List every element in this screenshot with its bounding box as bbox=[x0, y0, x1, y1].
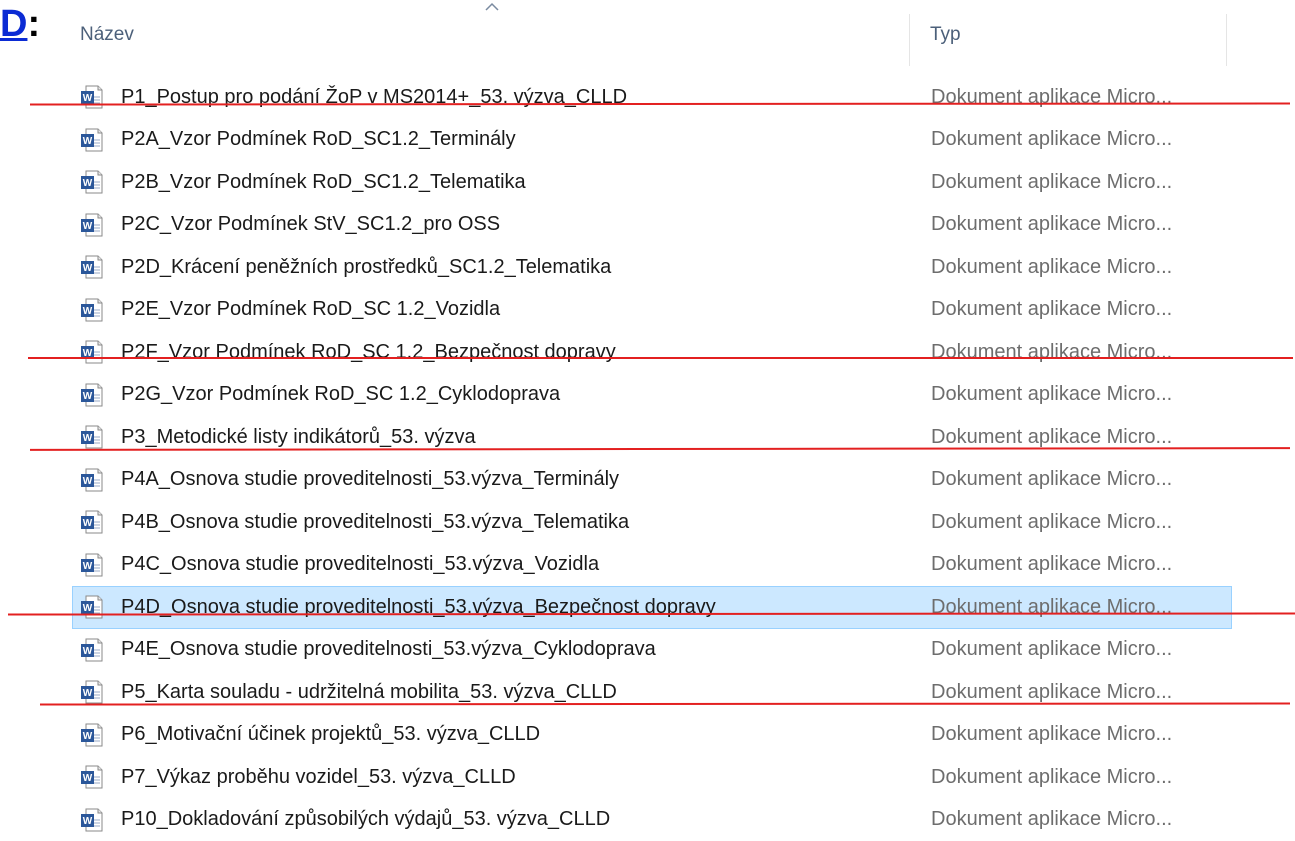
word-document-icon: W bbox=[79, 637, 105, 663]
file-name[interactable]: P6_Motivační účinek projektů_53. výzva_C… bbox=[121, 723, 540, 746]
word-document-icon: W bbox=[79, 127, 105, 153]
file-row[interactable]: W P4A_Osnova studie proveditelnosti_53.v… bbox=[72, 459, 1232, 502]
file-name[interactable]: P7_Výkaz proběhu vozidel_53. výzva_CLLD bbox=[121, 766, 516, 789]
svg-text:W: W bbox=[83, 646, 93, 657]
file-type: Dokument aplikace Micro... bbox=[931, 511, 1172, 534]
file-type: Dokument aplikace Micro... bbox=[931, 766, 1172, 789]
file-name[interactable]: P3_Metodické listy indikátorů_53. výzva bbox=[121, 426, 476, 449]
file-name[interactable]: P2G_Vzor Podmínek RoD_SC 1.2_Cyklodoprav… bbox=[121, 383, 560, 406]
svg-text:W: W bbox=[83, 221, 93, 232]
file-name[interactable]: P10_Dokladování způsobilých výdajů_53. v… bbox=[121, 808, 610, 831]
word-document-icon: W bbox=[79, 722, 105, 748]
sort-ascending-caret-icon bbox=[483, 0, 501, 14]
annotation-red-line bbox=[28, 357, 1293, 359]
file-type: Dokument aplikace Micro... bbox=[931, 808, 1172, 831]
file-row[interactable]: W P1_Postup pro podání ŽoP v MS2014+_53.… bbox=[72, 76, 1232, 119]
file-name[interactable]: P2A_Vzor Podmínek RoD_SC1.2_Terminály bbox=[121, 128, 516, 151]
file-type: Dokument aplikace Micro... bbox=[931, 171, 1172, 194]
file-row[interactable]: W P2E_Vzor Podmínek RoD_SC 1.2_Vozidla Do… bbox=[72, 289, 1232, 332]
file-row[interactable]: W P4B_Osnova studie proveditelnosti_53.v… bbox=[72, 501, 1232, 544]
corner-suffix: : bbox=[27, 3, 40, 45]
column-header-name[interactable]: Název bbox=[80, 24, 134, 46]
svg-text:W: W bbox=[83, 816, 93, 827]
file-row[interactable]: W P7_Výkaz proběhu vozidel_53. výzva_CLL… bbox=[72, 756, 1232, 799]
svg-text:W: W bbox=[83, 518, 93, 529]
file-name[interactable]: P2E_Vzor Podmínek RoD_SC 1.2_Vozidla bbox=[121, 298, 500, 321]
file-type: Dokument aplikace Micro... bbox=[931, 426, 1172, 449]
word-document-icon: W bbox=[79, 382, 105, 408]
svg-text:W: W bbox=[83, 476, 93, 487]
svg-text:W: W bbox=[83, 391, 93, 402]
word-document-icon: W bbox=[79, 84, 105, 110]
column-header-type[interactable]: Typ bbox=[930, 24, 961, 46]
word-document-icon: W bbox=[79, 594, 105, 620]
file-name[interactable]: P4A_Osnova studie proveditelnosti_53.výz… bbox=[121, 468, 619, 491]
word-document-icon: W bbox=[79, 552, 105, 578]
file-row[interactable]: W P3_Metodické listy indikátorů_53. výzv… bbox=[72, 416, 1232, 459]
word-document-icon: W bbox=[79, 509, 105, 535]
word-document-icon: W bbox=[79, 764, 105, 790]
svg-text:W: W bbox=[83, 178, 93, 189]
svg-text:W: W bbox=[83, 731, 93, 742]
word-document-icon: W bbox=[79, 169, 105, 195]
file-name[interactable]: P4E_Osnova studie proveditelnosti_53.výz… bbox=[121, 638, 656, 661]
file-row[interactable]: W P2A_Vzor Podmínek RoD_SC1.2_Terminály D… bbox=[72, 119, 1232, 162]
file-row[interactable]: W P4E_Osnova studie proveditelnosti_53.v… bbox=[72, 629, 1232, 672]
file-type: Dokument aplikace Micro... bbox=[931, 681, 1172, 704]
svg-text:W: W bbox=[83, 773, 93, 784]
file-row[interactable]: W P6_Motivační účinek projektů_53. výzva… bbox=[72, 714, 1232, 757]
file-type: Dokument aplikace Micro... bbox=[931, 468, 1172, 491]
file-row[interactable]: W P4C_Osnova studie proveditelnosti_53.v… bbox=[72, 544, 1232, 587]
word-document-icon: W bbox=[79, 254, 105, 280]
word-document-icon: W bbox=[79, 297, 105, 323]
file-type: Dokument aplikace Micro... bbox=[931, 298, 1172, 321]
file-row[interactable]: W P10_Dokladování způsobilých výdajů_53.… bbox=[72, 799, 1232, 841]
word-document-icon: W bbox=[79, 467, 105, 493]
file-type: Dokument aplikace Micro... bbox=[931, 596, 1172, 619]
file-row[interactable]: W P5_Karta souladu - udržitelná mobilita… bbox=[72, 671, 1232, 714]
column-resize-handle[interactable] bbox=[909, 14, 910, 66]
file-row[interactable]: W P2F_Vzor Podmínek RoD_SC 1.2_Bezpečnos… bbox=[72, 331, 1232, 374]
file-type: Dokument aplikace Micro... bbox=[931, 256, 1172, 279]
file-type: Dokument aplikace Micro... bbox=[931, 213, 1172, 236]
corner-link-fragment[interactable]: D bbox=[0, 3, 27, 45]
file-row[interactable]: W P2B_Vzor Podmínek RoD_SC1.2_Telematika… bbox=[72, 161, 1232, 204]
file-row[interactable]: W P4D_Osnova studie proveditelnosti_53.v… bbox=[72, 586, 1232, 629]
file-type: Dokument aplikace Micro... bbox=[931, 723, 1172, 746]
svg-text:W: W bbox=[83, 688, 93, 699]
file-name[interactable]: P5_Karta souladu - udržitelná mobilita_5… bbox=[121, 681, 617, 704]
column-resize-handle[interactable] bbox=[1226, 14, 1227, 66]
file-type: Dokument aplikace Micro... bbox=[931, 86, 1172, 109]
file-type: Dokument aplikace Micro... bbox=[931, 341, 1172, 364]
file-name[interactable]: P2C_Vzor Podmínek StV_SC1.2_pro OSS bbox=[121, 213, 500, 236]
file-type: Dokument aplikace Micro... bbox=[931, 128, 1172, 151]
file-type: Dokument aplikace Micro... bbox=[931, 553, 1172, 576]
file-name[interactable]: P4C_Osnova studie proveditelnosti_53.výz… bbox=[121, 553, 599, 576]
file-list: W P1_Postup pro podání ŽoP v MS2014+_53.… bbox=[72, 76, 1232, 841]
file-type: Dokument aplikace Micro... bbox=[931, 383, 1172, 406]
word-document-icon: W bbox=[79, 807, 105, 833]
svg-text:W: W bbox=[83, 561, 93, 572]
corner-fragment: D: bbox=[0, 2, 40, 46]
word-document-icon: W bbox=[79, 339, 105, 365]
word-document-icon: W bbox=[79, 212, 105, 238]
file-name[interactable]: P2F_Vzor Podmínek RoD_SC 1.2_Bezpečnost … bbox=[121, 341, 616, 364]
file-row[interactable]: W P2G_Vzor Podmínek RoD_SC 1.2_Cyklodopr… bbox=[72, 374, 1232, 417]
file-row[interactable]: W P2D_Krácení peněžních prostředků_SC1.2… bbox=[72, 246, 1232, 289]
file-name[interactable]: P2D_Krácení peněžních prostředků_SC1.2_T… bbox=[121, 256, 611, 279]
word-document-icon: W bbox=[79, 424, 105, 450]
file-name[interactable]: P2B_Vzor Podmínek RoD_SC1.2_Telematika bbox=[121, 171, 526, 194]
svg-text:W: W bbox=[83, 263, 93, 274]
svg-text:W: W bbox=[83, 433, 93, 444]
word-document-icon: W bbox=[79, 679, 105, 705]
file-row[interactable]: W P2C_Vzor Podmínek StV_SC1.2_pro OSS Dok… bbox=[72, 204, 1232, 247]
column-header-row: Název Typ bbox=[62, 0, 1232, 75]
file-name[interactable]: P4B_Osnova studie proveditelnosti_53.výz… bbox=[121, 511, 629, 534]
file-type: Dokument aplikace Micro... bbox=[931, 638, 1172, 661]
svg-text:W: W bbox=[83, 136, 93, 147]
svg-text:W: W bbox=[83, 306, 93, 317]
